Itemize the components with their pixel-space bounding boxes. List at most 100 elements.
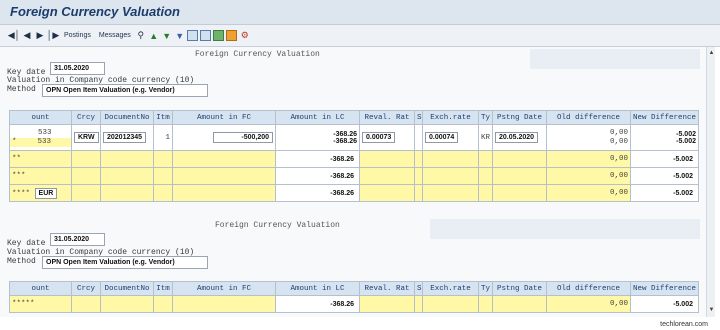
sort-descending-icon[interactable]: ▼ (161, 29, 173, 43)
column-header[interactable]: New Difference (630, 110, 699, 125)
method-field[interactable]: OPN Open Item Valuation (e.g. Vendor) (42, 84, 208, 97)
header-shade (430, 219, 700, 239)
section-heading: Foreign Currency Valuation (215, 221, 340, 230)
column-header[interactable]: Amount in FC (172, 281, 276, 296)
new-difference-cell: -5.002 (630, 295, 699, 313)
new-difference-cell: -5.002 (630, 150, 699, 168)
new-difference-value: -5.002 (670, 299, 696, 309)
column-header[interactable]: DocumentNo (100, 110, 154, 125)
column-header[interactable]: Reval. Rat (359, 281, 415, 296)
column-header[interactable]: Exch.rate (422, 281, 479, 296)
new-difference-value: -5.002 (676, 130, 696, 138)
table-row[interactable]: 533 * 533 KRW 202012345 1 -500,200 -368.2… (9, 124, 699, 151)
vertical-scrollbar[interactable]: ▲ ▼ (706, 47, 715, 317)
sort-ascending-icon[interactable]: ▲ (148, 29, 160, 43)
status-cell (414, 124, 423, 151)
account-value: 533 (37, 137, 52, 146)
column-header[interactable]: S (414, 110, 423, 125)
column-header[interactable]: Old difference (546, 110, 631, 125)
subtotal-mark: ** (9, 150, 72, 168)
key-date-field[interactable]: 31.05.2020 (50, 233, 105, 246)
column-header[interactable]: Reval. Rat (359, 110, 415, 125)
layout-icon[interactable] (186, 30, 198, 41)
column-header[interactable]: Pstng Date (492, 281, 547, 296)
table-header: ount Crcy DocumentNo Itm Amount in FC Am… (9, 110, 699, 125)
column-header[interactable]: Crcy (71, 281, 101, 296)
valuation-table: ount Crcy DocumentNo Itm Amount in FC Am… (9, 110, 699, 202)
column-header[interactable]: DocumentNo (100, 281, 154, 296)
find-icon[interactable]: ⚲ (135, 29, 147, 43)
amount-lc-value: -368.26 (327, 171, 357, 181)
next-page-icon[interactable]: ▶ (34, 29, 46, 43)
method-label: Method (7, 85, 36, 94)
currency-value[interactable]: EUR (34, 187, 58, 199)
column-header[interactable]: Amount in FC (172, 110, 276, 125)
last-page-icon[interactable]: │▶ (47, 29, 60, 43)
new-difference-cell: -5.002 (630, 184, 699, 202)
title-bar: Foreign Currency Valuation (0, 0, 720, 25)
column-header[interactable]: Ty (478, 281, 493, 296)
method-label: Method (7, 257, 36, 266)
column-header[interactable]: ount (9, 281, 72, 296)
new-difference-value: -5.002 (670, 154, 696, 164)
scroll-down-icon[interactable]: ▼ (707, 306, 716, 315)
column-header[interactable]: ount (9, 110, 72, 125)
subtotal-row[interactable]: ***** -368.26 0,00 -5.002 (9, 295, 699, 313)
currency-value[interactable]: KRW (74, 132, 99, 143)
filter-icon[interactable]: ▼ (174, 29, 186, 43)
column-header[interactable]: Itm (153, 110, 173, 125)
watermark: techlorean.com (660, 321, 708, 328)
subtotal-row[interactable]: *** -368.26 0,00 -5.002 (9, 167, 699, 185)
column-header[interactable]: S (414, 281, 423, 296)
document-number[interactable]: 202012345 (103, 132, 147, 143)
column-header[interactable]: New Difference (630, 281, 699, 296)
subtotal-row[interactable]: ** -368.26 0,00 -5.002 (9, 150, 699, 168)
key-date-label: Key date (7, 239, 46, 248)
header-shade (530, 49, 700, 69)
column-header[interactable]: Amount in LC (275, 110, 360, 125)
graphic-icon[interactable] (225, 30, 237, 41)
reval-rate-cell: 0.00073 (359, 124, 415, 151)
column-header[interactable]: Ty (478, 110, 493, 125)
column-header[interactable]: Exch.rate (422, 110, 479, 125)
old-difference-cell: 0,00 0,00 (546, 124, 631, 151)
column-header[interactable]: Amount in LC (275, 281, 360, 296)
amount-lc-value: -368.26 (333, 137, 357, 145)
reval-rate-value[interactable]: 0.00073 (362, 132, 396, 143)
column-header[interactable]: Old difference (546, 281, 631, 296)
old-difference-value: 0,00 (546, 295, 631, 313)
new-difference-cell: -5.002 (630, 167, 699, 185)
scroll-up-icon[interactable]: ▲ (707, 49, 716, 58)
subtotal-mark: *** (9, 167, 72, 185)
print-icon[interactable] (199, 30, 211, 41)
amount-lc-cell: -368.26 (275, 295, 360, 313)
item-cell: 1 (153, 124, 173, 151)
valuation-table: ount Crcy DocumentNo Itm Amount in FC Am… (9, 281, 699, 313)
method-field[interactable]: OPN Open Item Valuation (e.g. Vendor) (42, 256, 208, 269)
subtotal-row[interactable]: **** EUR -368.26 0,00 -5.002 (9, 184, 699, 202)
section-heading: Foreign Currency Valuation (195, 50, 320, 59)
first-page-icon[interactable]: ◀│ (8, 29, 21, 43)
column-header[interactable]: Itm (153, 281, 173, 296)
table-header: ount Crcy DocumentNo Itm Amount in FC Am… (9, 281, 699, 296)
previous-page-icon[interactable]: ◀ (21, 29, 33, 43)
messages-button[interactable]: Messages (99, 32, 131, 39)
amount-lc-value: -368.26 (327, 299, 357, 309)
column-header[interactable]: Crcy (71, 110, 101, 125)
account-value: 533 (38, 128, 52, 137)
currency-cell: KRW (71, 124, 101, 151)
exch-rate-value[interactable]: 0.00074 (425, 132, 459, 143)
amount-fc-cell: -500,200 (172, 124, 276, 151)
amount-lc-cell: -368.26 -368.26 (275, 124, 360, 151)
export-icon[interactable] (212, 30, 224, 41)
old-difference-value: 0,00 (546, 150, 631, 168)
posting-date-value[interactable]: 20.05.2020 (495, 132, 539, 143)
column-header[interactable]: Pstng Date (492, 110, 547, 125)
postings-button[interactable]: Postings (64, 32, 91, 39)
amount-fc-value[interactable]: -500,200 (213, 132, 273, 143)
new-difference-value: -5.002 (670, 188, 696, 198)
key-date-field[interactable]: 31.05.2020 (50, 62, 105, 75)
settings-icon[interactable]: ⚙ (239, 29, 251, 43)
document-cell: 202012345 (100, 124, 154, 151)
subtotal-mark: ***** (9, 295, 72, 313)
